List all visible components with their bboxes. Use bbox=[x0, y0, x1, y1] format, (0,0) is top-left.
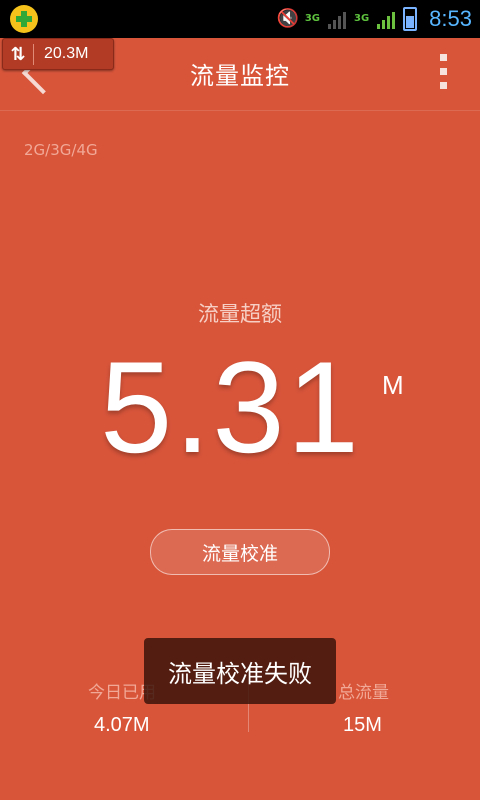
usage-value: 5.31 bbox=[100, 334, 362, 480]
toast-message: 流量校准失败 bbox=[144, 638, 336, 704]
data-3g-indicator: 3G bbox=[305, 14, 320, 24]
3g-data-icon: 3G bbox=[304, 13, 320, 24]
network-type-label: 2G/3G/4G bbox=[24, 141, 98, 159]
status-bar-right: 🔇 3G 3G 8:53 bbox=[277, 0, 472, 38]
usage-status-label: 流量超额 bbox=[198, 302, 282, 326]
3g-label-icon: 3G bbox=[354, 13, 370, 24]
total-traffic-label: 总流量 bbox=[338, 683, 389, 703]
signal-icon bbox=[328, 9, 346, 29]
up-down-arrows-icon: ⇅ bbox=[3, 43, 34, 65]
signal-green-icon bbox=[377, 9, 396, 29]
status-time: 8:53 bbox=[429, 6, 472, 31]
usage-unit: M bbox=[382, 370, 404, 400]
traffic-speed-badge[interactable]: ⇅ 20.3M bbox=[2, 38, 114, 70]
calibrate-traffic-button[interactable]: 流量校准 bbox=[150, 529, 330, 575]
data-3g-indicator-2: 3G bbox=[354, 14, 369, 24]
mute-icon: 🔇 bbox=[276, 8, 300, 29]
traffic-speed-value: 20.3M bbox=[44, 45, 89, 62]
total-traffic-value: 15M bbox=[343, 714, 382, 736]
battery-icon bbox=[403, 7, 418, 31]
more-options-icon[interactable] bbox=[440, 54, 448, 94]
today-used-value: 4.07M bbox=[94, 714, 150, 736]
app-plus-icon[interactable] bbox=[10, 5, 38, 33]
status-bar: 🔇 3G 3G 8:53 bbox=[0, 0, 480, 38]
